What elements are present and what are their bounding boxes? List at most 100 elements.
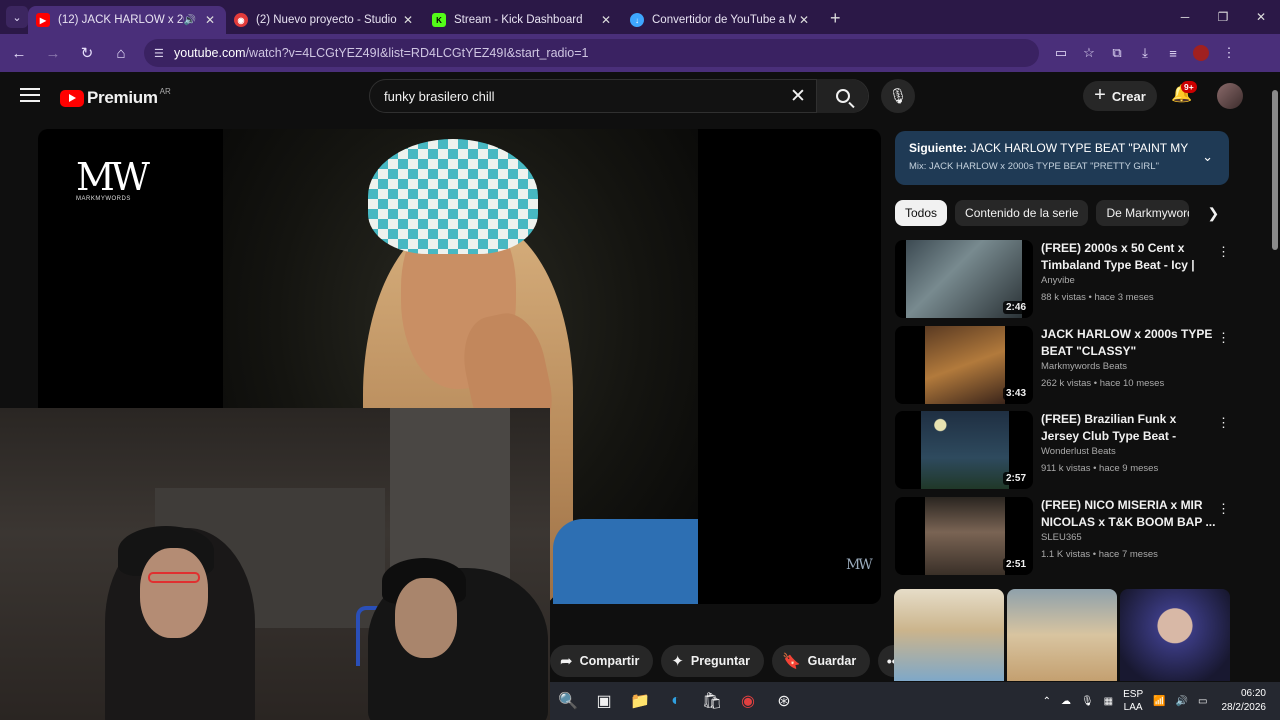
home-icon[interactable]: ⌂: [106, 38, 136, 68]
search-input[interactable]: funky brasilero chill: [384, 89, 495, 104]
short-thumbnail[interactable]: [1007, 589, 1117, 681]
tab-studio[interactable]: ◉ (2) Nuevo proyecto - Studio ✕: [226, 6, 424, 34]
chevron-right-icon[interactable]: ❯: [1207, 205, 1219, 222]
language-indicator[interactable]: ESP LAA: [1123, 688, 1143, 714]
hamburger-menu-icon[interactable]: [20, 88, 40, 106]
channel-watermark[interactable]: MW: [846, 557, 873, 573]
video-title[interactable]: (FREE) Brazilian Funk x Jersey Club Type…: [1041, 411, 1217, 445]
search-box[interactable]: funky brasilero chill ✕: [369, 79, 869, 113]
site-settings-icon[interactable]: ☰: [154, 47, 174, 60]
new-tab-plus-icon[interactable]: +: [830, 8, 841, 29]
more-vertical-icon[interactable]: ⋮: [1217, 244, 1230, 260]
channel-name[interactable]: SLEU365: [1041, 532, 1217, 543]
browser-menu-icon[interactable]: ⋮: [1215, 39, 1243, 67]
scrollbar-thumb[interactable]: [1272, 90, 1278, 250]
page-scrollbar[interactable]: [1270, 72, 1280, 682]
list-item[interactable]: 3:43 JACK HARLOW x 2000s TYPE BEAT "CLAS…: [895, 325, 1235, 412]
download-icon[interactable]: ⤓: [1131, 39, 1159, 67]
close-window-icon[interactable]: ✕: [1242, 0, 1280, 34]
chip-all[interactable]: Todos: [895, 200, 948, 226]
wifi-icon[interactable]: 📶: [1153, 696, 1165, 707]
video-thumbnail[interactable]: 2:57: [895, 411, 1033, 489]
minimize-icon[interactable]: ─: [1166, 0, 1204, 34]
onedrive-icon[interactable]: ☁: [1061, 696, 1071, 707]
save-button[interactable]: 🔖 Guardar: [771, 645, 871, 677]
reload-icon[interactable]: ↻: [72, 38, 102, 68]
more-vertical-icon[interactable]: ⋮: [1217, 330, 1230, 346]
tab-youtube[interactable]: ▶ (12) JACK HARLOW x 2000s 🔊 ✕: [28, 6, 226, 34]
up-next-panel[interactable]: Siguiente: JACK HARLOW TYPE BEAT "PAINT …: [895, 131, 1229, 185]
video-title[interactable]: (FREE) NICO MISERIA x MIR NICOLAS x T&K …: [1041, 497, 1217, 531]
forward-arrow-icon[interactable]: →: [38, 38, 68, 68]
youtube-premium-logo[interactable]: Premium AR: [60, 87, 171, 108]
address-bar[interactable]: ☰ youtube.com/watch?v=4LCGtYEZ49I&list=R…: [144, 39, 1039, 67]
channel-name[interactable]: Markmywords Beats: [1041, 361, 1217, 372]
battery-icon[interactable]: ▭: [1198, 696, 1207, 707]
tab-close-icon[interactable]: ✕: [202, 13, 218, 27]
webcam-person-right-face: [395, 578, 457, 658]
chevron-up-icon[interactable]: ⌃: [1043, 696, 1051, 707]
chip-channel[interactable]: De Markmywords: [1096, 200, 1190, 226]
tab-kick[interactable]: K Stream - Kick Dashboard ✕: [424, 6, 622, 34]
tab-title: Stream - Kick Dashboard: [454, 14, 583, 26]
short-thumbnail[interactable]: [894, 589, 1004, 681]
channel-name[interactable]: Wonderlust Beats: [1041, 446, 1217, 457]
video-thumbnail[interactable]: 3:43: [895, 325, 1033, 404]
tab-close-icon[interactable]: ✕: [400, 13, 416, 27]
obs-icon[interactable]: ⊛: [766, 682, 802, 720]
duration-badge: 2:46: [1002, 301, 1029, 314]
tab-search-chevron-icon[interactable]: ⌄: [6, 6, 28, 28]
media-control-icon[interactable]: ≡: [1159, 39, 1187, 67]
converter-favicon-icon: ↓: [630, 13, 644, 27]
ask-button[interactable]: ✦ Preguntar: [661, 645, 764, 677]
display-icon[interactable]: ▦: [1104, 696, 1113, 707]
file-explorer-icon[interactable]: 📁: [622, 682, 658, 720]
search-button[interactable]: [816, 79, 868, 113]
bookmark-star-icon[interactable]: ☆: [1075, 39, 1103, 67]
list-item[interactable]: 2:46 (FREE) 2000s x 50 Cent x Timbaland …: [895, 240, 1235, 326]
channel-name[interactable]: Anyvibe: [1041, 275, 1217, 286]
share-icon: ➦: [560, 653, 573, 670]
volume-icon[interactable]: 🔊: [1176, 696, 1188, 707]
tab-close-icon[interactable]: ✕: [598, 13, 614, 27]
tab-audio-icon[interactable]: 🔊: [184, 15, 196, 26]
chevron-down-icon[interactable]: ⌄: [1202, 149, 1213, 165]
tab-converter[interactable]: ↓ Convertidor de YouTube a MP3 ✕: [622, 6, 820, 34]
date: 28/2/2026: [1221, 702, 1267, 713]
cast-icon[interactable]: ▭: [1047, 39, 1075, 67]
microphone-icon[interactable]: 🎙: [1081, 696, 1094, 707]
clock[interactable]: 06:20 28/2/2026: [1222, 687, 1267, 715]
video-title[interactable]: JACK HARLOW x 2000s TYPE BEAT "CLASSY": [1041, 326, 1217, 360]
chip-series[interactable]: Contenido de la serie: [955, 200, 1089, 226]
system-tray: ⌃ ☁ 🎙 ▦ ESP LAA 📶 🔊 ▭ 06:20 28/2/2026: [1033, 682, 1280, 720]
maximize-icon[interactable]: ❐: [1204, 0, 1242, 34]
up-next-label: Siguiente:: [909, 141, 968, 155]
store-icon[interactable]: 🛍: [694, 682, 730, 720]
task-view-icon[interactable]: ▣: [586, 682, 622, 720]
edge-browser-icon[interactable]: ◐: [658, 682, 694, 720]
tab-close-icon[interactable]: ✕: [796, 13, 812, 27]
video-title[interactable]: (FREE) 2000s x 50 Cent x Timbaland Type …: [1041, 240, 1217, 274]
profile-avatar-icon[interactable]: [1187, 39, 1215, 67]
create-button[interactable]: + Crear: [1083, 81, 1157, 111]
short-thumbnail[interactable]: [1120, 589, 1230, 681]
more-vertical-icon[interactable]: ⋮: [1217, 415, 1230, 431]
search-icon[interactable]: 🔍: [550, 682, 586, 720]
chrome-icon[interactable]: ◉: [730, 682, 766, 720]
back-arrow-icon[interactable]: ←: [4, 38, 34, 68]
url-path: /watch?v=4LCGtYEZ49I&list=RD4LCGtYEZ49I&…: [245, 46, 589, 60]
create-label: Crear: [1111, 88, 1146, 104]
extensions-icon[interactable]: ⧉: [1103, 39, 1131, 67]
list-item[interactable]: 2:57 (FREE) Brazilian Funk x Jersey Club…: [895, 411, 1235, 497]
video-thumbnail[interactable]: 2:51: [895, 496, 1033, 575]
browser-toolbar: ← → ↻ ⌂ ☰ youtube.com/watch?v=4LCGtYEZ49…: [0, 34, 1280, 72]
search-icon: [835, 89, 850, 103]
video-thumbnail[interactable]: 2:46: [895, 240, 1033, 318]
voice-search-microphone-icon[interactable]: 🎙: [881, 79, 915, 113]
clear-search-icon[interactable]: ✕: [790, 85, 806, 108]
account-avatar[interactable]: [1217, 83, 1243, 109]
share-button[interactable]: ➦ Compartir: [550, 645, 654, 677]
list-item[interactable]: 2:51 (FREE) NICO MISERIA x MIR NICOLAS x…: [895, 496, 1235, 583]
notifications-bell-icon[interactable]: 🔔 9+: [1170, 81, 1197, 108]
more-vertical-icon[interactable]: ⋮: [1217, 501, 1230, 517]
